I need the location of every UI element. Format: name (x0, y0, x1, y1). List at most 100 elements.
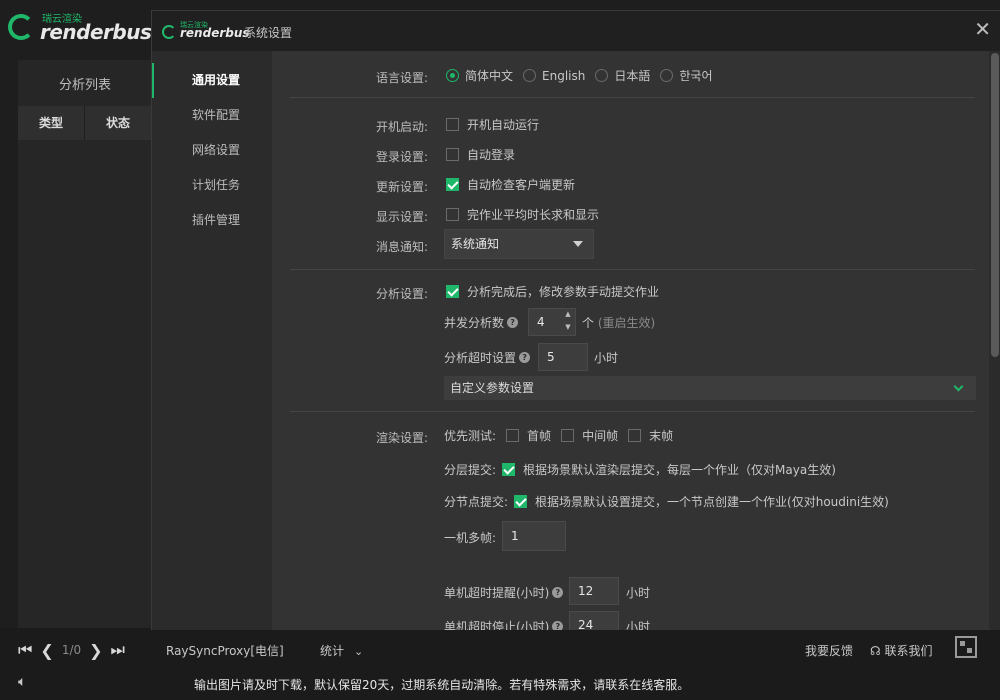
priority-test-row: 优先测试: 首帧 中间帧 末帧 (444, 427, 683, 444)
renderbus-logo-icon (162, 25, 176, 39)
radio-icon (595, 69, 609, 82)
divider (290, 411, 975, 412)
contact-label: 联系我们 (884, 644, 933, 658)
sidebar-item-schedule[interactable]: 计划任务 (152, 168, 272, 203)
multi-frame-label: 一机多帧: (444, 531, 497, 545)
language-label: 语言设置: (375, 71, 428, 85)
checkbox-icon (446, 148, 459, 161)
display-checkbox[interactable]: 完作业平均时长求和显示 (446, 206, 599, 223)
stat-dropdown[interactable]: 统计 ⌄ (320, 642, 363, 659)
multi-frame-input[interactable]: 1 (502, 521, 566, 551)
stepper-up-icon[interactable]: ▲ (561, 308, 575, 321)
chevron-down-icon (953, 381, 964, 392)
app-window: 瑞云渲染 renderbus 分析列表 类型 状态 ⏮ ❮ 1/0 ❯ ⏭ Ra… (0, 0, 1000, 700)
qr-code-icon[interactable] (955, 636, 977, 658)
stepper-down-icon[interactable]: ▼ (561, 321, 575, 334)
language-option-label: 简体中文 (465, 69, 514, 83)
notify-select[interactable]: 系统通知 (444, 229, 594, 259)
analysis-timeout-input[interactable]: 5 (538, 343, 588, 371)
checkbox-icon (628, 429, 642, 442)
language-option-en[interactable]: English (523, 69, 585, 83)
sidebar-item-general[interactable]: 通用设置 (152, 63, 272, 98)
language-option-label: English (542, 68, 586, 83)
headset-icon: ☊ (870, 644, 881, 658)
language-option-ko[interactable]: 한국어 (660, 67, 713, 84)
analysis-timeout-label: 分析超时设置 (444, 351, 517, 365)
timeout-stop-unit: 小时 (626, 620, 651, 630)
dialog-logo: 瑞云渲染 renderbus (162, 21, 250, 43)
feedback-link[interactable]: 我要反馈 (805, 642, 853, 659)
priority-option-label: 首帧 (527, 429, 552, 443)
timeout-remind-unit: 小时 (626, 586, 651, 600)
node-submit-checkbox[interactable]: 根据场景默认设置提交，一个节点创建一个作业(仅对houdini生效) (514, 493, 889, 510)
node-submit-option: 根据场景默认设置提交，一个节点创建一个作业(仅对houdini生效) (535, 495, 889, 509)
analysis-list-panel: 分析列表 类型 状态 (18, 60, 152, 628)
node-submit-label: 分节点提交: (444, 495, 509, 509)
concurrency-label: 并发分析数 (444, 316, 505, 330)
startup-checkbox[interactable]: 开机自动运行 (446, 116, 539, 133)
display-label: 显示设置: (375, 210, 428, 224)
renderbus-logo-icon (8, 14, 34, 40)
auto-update-checkbox[interactable]: 自动检查客户端更新 (446, 176, 575, 193)
language-option-ja[interactable]: 日本語 (595, 67, 650, 84)
priority-first-frame[interactable]: 首帧 (506, 427, 551, 444)
column-type[interactable]: 类型 (18, 106, 85, 140)
settings-content: 语言设置: 简体中文 English 日本語 한국어 开机启动: 开机自动运行 … (272, 51, 989, 630)
timeout-stop-row: 单机超时停止(小时)? (444, 618, 564, 630)
column-status[interactable]: 状态 (85, 106, 152, 140)
caret-down-icon (573, 241, 583, 247)
display-option-label: 完作业平均时长求和显示 (467, 208, 600, 222)
dialog-title-bar: 瑞云渲染 renderbus 系统设置 ✕ (152, 11, 1000, 51)
priority-middle-frame[interactable]: 中间帧 (561, 427, 618, 444)
custom-params-accordion[interactable]: 自定义参数设置 (444, 376, 976, 400)
help-icon[interactable]: ? (519, 352, 531, 363)
priority-last-frame[interactable]: 末帧 (628, 427, 673, 444)
concurrency-note: (重启生效) (597, 316, 656, 330)
help-icon[interactable]: ? (507, 317, 519, 328)
checkbox-checked-icon (446, 285, 459, 298)
analysis-label: 分析设置: (375, 287, 428, 301)
speaker-icon[interactable]: 🔈︎ (18, 674, 26, 690)
notify-label: 消息通知: (375, 240, 428, 254)
analysis-option-label: 分析完成后，修改参数手动提交作业 (467, 285, 660, 299)
sidebar-item-software[interactable]: 软件配置 (152, 98, 272, 133)
timeout-remind-input[interactable]: 12 (569, 577, 619, 605)
startup-label: 开机启动: (375, 120, 428, 134)
stat-label: 统计 (320, 644, 345, 658)
custom-params-label: 自定义参数设置 (450, 381, 535, 395)
concurrency-stepper[interactable]: ▲ ▼ (561, 308, 575, 336)
timeout-remind-label: 单机超时提醒(小时) (444, 586, 550, 600)
auto-login-label: 自动登录 (467, 148, 516, 162)
help-icon[interactable]: ? (552, 587, 564, 598)
next-page-icon[interactable]: ❯ (89, 641, 102, 660)
concurrency-unit-row: 个 (重启生效) (582, 314, 655, 331)
close-icon[interactable]: ✕ (974, 19, 991, 39)
scrollbar-thumb[interactable] (991, 53, 999, 357)
first-page-icon[interactable]: ⏮ (18, 640, 32, 660)
page-indicator: 1/0 (61, 643, 82, 657)
checkbox-icon (446, 118, 459, 131)
sidebar-item-plugins[interactable]: 插件管理 (152, 203, 272, 238)
pagination: ⏮ ❮ 1/0 ❯ ⏭ (18, 640, 125, 660)
auto-login-checkbox[interactable]: 自动登录 (446, 146, 515, 163)
analysis-timeout-unit: 小时 (594, 351, 619, 365)
language-option-zh[interactable]: 简体中文 (446, 67, 513, 84)
language-option-label: 日本語 (614, 69, 651, 83)
prev-page-icon[interactable]: ❮ (40, 641, 53, 660)
help-icon[interactable]: ? (552, 621, 564, 630)
analysis-manual-checkbox[interactable]: 分析完成后，修改参数手动提交作业 (446, 283, 659, 300)
checkbox-icon (446, 208, 459, 221)
layer-submit-checkbox[interactable]: 根据场景默认渲染层提交，每层一个作业（仅对Maya生效) (502, 461, 836, 478)
timeout-stop-input[interactable]: 24 (569, 611, 619, 630)
notify-select-value: 系统通知 (451, 237, 500, 251)
settings-scrollbar[interactable] (990, 51, 1000, 630)
startup-option-label: 开机自动运行 (467, 118, 540, 132)
last-page-icon[interactable]: ⏭ (111, 640, 125, 660)
update-label: 更新设置: (375, 180, 428, 194)
concurrency-unit: 个 (582, 316, 595, 330)
checkbox-icon (506, 429, 520, 442)
sidebar-item-network[interactable]: 网络设置 (152, 133, 272, 168)
proxy-selector[interactable]: RaySyncProxy[电信] (166, 642, 284, 659)
analysis-list-header: 类型 状态 (18, 106, 152, 140)
contact-link[interactable]: ☊ 联系我们 (870, 642, 933, 659)
